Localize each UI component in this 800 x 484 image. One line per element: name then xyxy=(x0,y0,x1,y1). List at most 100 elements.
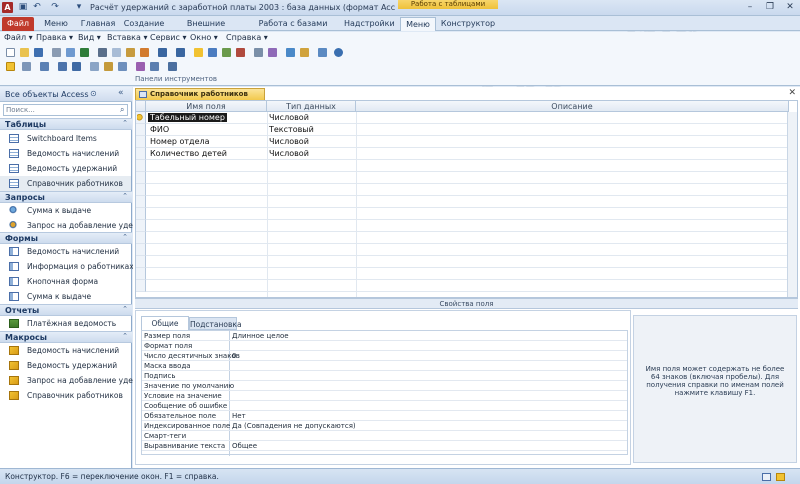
filter-icon[interactable] xyxy=(72,62,81,71)
nav-item[interactable]: Запрос на добавление удер... xyxy=(0,373,145,388)
row-selector[interactable] xyxy=(136,244,146,256)
grid-row[interactable] xyxy=(146,136,797,148)
copy-icon[interactable] xyxy=(112,48,121,57)
undo-icon[interactable]: ↶ xyxy=(32,2,42,13)
row-selector[interactable] xyxy=(136,208,146,220)
column-header-field-name[interactable]: Имя поля xyxy=(146,101,267,112)
group-forms[interactable]: Формы ⌃ xyxy=(0,232,132,244)
new-object-icon[interactable] xyxy=(300,48,309,57)
property-row[interactable]: Индексированное поле Да (Совпадения не до… xyxy=(142,421,627,431)
nav-item[interactable]: Switchboard Items xyxy=(0,131,131,146)
row-selector[interactable] xyxy=(136,112,146,124)
property-row[interactable]: Значение по умолчанию xyxy=(142,381,627,391)
code-icon[interactable] xyxy=(136,62,145,71)
grid-row[interactable] xyxy=(146,220,797,232)
data-type-cell[interactable]: Числовой xyxy=(269,148,309,160)
data-type-cell[interactable]: Числовой xyxy=(269,136,309,148)
row-selector[interactable] xyxy=(136,172,146,184)
row-selector[interactable] xyxy=(136,256,146,268)
document-tab[interactable]: Справочник работников xyxy=(135,88,265,100)
nav-item[interactable]: Ведомость начислений xyxy=(0,244,131,259)
property-row[interactable]: Условие на значение xyxy=(142,391,627,401)
chevron-down-icon[interactable]: ⊙ xyxy=(90,89,97,98)
access-app-icon[interactable]: A xyxy=(2,2,13,13)
tab-database-tools[interactable]: Работа с базами данных xyxy=(246,17,340,42)
row-selector[interactable] xyxy=(136,196,146,208)
nav-item[interactable]: Ведомость начислений xyxy=(0,343,131,358)
macro-icon[interactable] xyxy=(150,62,159,71)
nav-item[interactable]: Справочник работников xyxy=(0,388,131,403)
grid-row[interactable] xyxy=(146,112,797,124)
print-icon[interactable] xyxy=(52,48,61,57)
grid-row[interactable] xyxy=(146,268,797,280)
menu-insert[interactable]: Вставка ▾ xyxy=(107,33,147,42)
nav-item[interactable]: Сумма к выдаче xyxy=(0,289,131,304)
grid-row[interactable] xyxy=(146,256,797,268)
insert-rows-icon[interactable] xyxy=(222,48,231,57)
row-selector[interactable] xyxy=(136,148,146,160)
grid-row[interactable] xyxy=(146,160,797,172)
menu-tools[interactable]: Сервис ▾ xyxy=(150,33,186,42)
format-painter-icon[interactable] xyxy=(140,48,149,57)
property-value[interactable]: Да (Совпадения не допускаются) xyxy=(232,421,356,431)
row-selector[interactable] xyxy=(136,184,146,196)
field-name-cell[interactable]: Номер отдела xyxy=(150,136,210,148)
menu-help[interactable]: Справка ▾ xyxy=(226,33,268,42)
delete-rows-icon[interactable] xyxy=(236,48,245,57)
relationships-icon[interactable] xyxy=(318,48,327,57)
minimize-button[interactable]: – xyxy=(740,1,760,14)
property-row[interactable]: Смарт-теги xyxy=(142,431,627,441)
nav-item[interactable]: Ведомость удержаний xyxy=(0,161,131,176)
menu-file[interactable]: Файл ▾ xyxy=(4,33,33,42)
row-selector[interactable] xyxy=(136,232,146,244)
nav-item-selected[interactable]: Справочник работников xyxy=(0,176,131,191)
pivot-icon[interactable] xyxy=(40,62,49,71)
save-icon[interactable]: ▣ xyxy=(18,2,28,13)
spelling-icon[interactable] xyxy=(80,48,89,57)
tab-file[interactable]: Файл xyxy=(2,17,34,31)
grid-row[interactable] xyxy=(146,124,797,136)
group-tables[interactable]: Таблицы ⌃ xyxy=(0,118,132,130)
nav-item[interactable]: Сумма к выдаче xyxy=(0,203,131,218)
menu-edit[interactable]: Правка ▾ xyxy=(36,33,73,42)
tab-home[interactable]: Главная xyxy=(78,17,118,31)
close-button[interactable]: ✕ xyxy=(780,1,800,14)
group-macros[interactable]: Макросы ⌃ xyxy=(0,331,132,343)
row-selector[interactable] xyxy=(136,268,146,280)
tab-designer[interactable]: Конструктор xyxy=(440,17,496,31)
column-header-data-type[interactable]: Тип данных xyxy=(267,101,356,112)
design-view-icon[interactable] xyxy=(6,62,15,71)
new-icon[interactable] xyxy=(6,48,15,57)
property-row[interactable]: Число десятичных знаков 0 xyxy=(142,351,627,361)
tab-external-data[interactable]: Внешние данные xyxy=(170,17,242,42)
row-selector[interactable] xyxy=(136,280,146,292)
row-selector[interactable] xyxy=(136,136,146,148)
grid-row[interactable] xyxy=(146,148,797,160)
sort-icon[interactable] xyxy=(58,62,67,71)
database-window-icon[interactable] xyxy=(286,48,295,57)
property-row[interactable]: Подпись xyxy=(142,371,627,381)
analyze-icon[interactable] xyxy=(118,62,127,71)
menu-view[interactable]: Вид ▾ xyxy=(78,33,101,42)
indexes-icon[interactable] xyxy=(208,48,217,57)
field-name-cell[interactable]: Табельный номер xyxy=(148,112,227,124)
tab-lookup[interactable]: Подстановка xyxy=(189,317,242,330)
tab-menu[interactable]: Меню xyxy=(38,17,74,31)
design-view-icon[interactable] xyxy=(776,473,785,481)
tab-create[interactable]: Создание xyxy=(122,17,166,31)
property-value[interactable]: Длинное целое xyxy=(232,331,289,341)
property-row[interactable]: Выравнивание текста Общее xyxy=(142,441,627,451)
menu-window[interactable]: Окно ▾ xyxy=(190,33,218,42)
row-selector[interactable] xyxy=(136,160,146,172)
property-value[interactable]: Общее xyxy=(232,441,257,451)
nav-item[interactable]: Ведомость начислений xyxy=(0,146,131,161)
property-row[interactable]: Размер поля Длинное целое xyxy=(142,331,627,341)
tab-addins[interactable]: Надстройки xyxy=(344,17,395,31)
group-queries[interactable]: Запросы ⌃ xyxy=(0,191,132,203)
nav-item[interactable]: Информация о работниках xyxy=(0,259,134,274)
open-icon[interactable] xyxy=(20,48,29,57)
field-name-cell[interactable]: Количество детей xyxy=(150,148,227,160)
data-type-cell[interactable]: Текстовый xyxy=(269,124,314,136)
property-value[interactable]: 0 xyxy=(232,351,236,361)
grid-row[interactable] xyxy=(146,232,797,244)
